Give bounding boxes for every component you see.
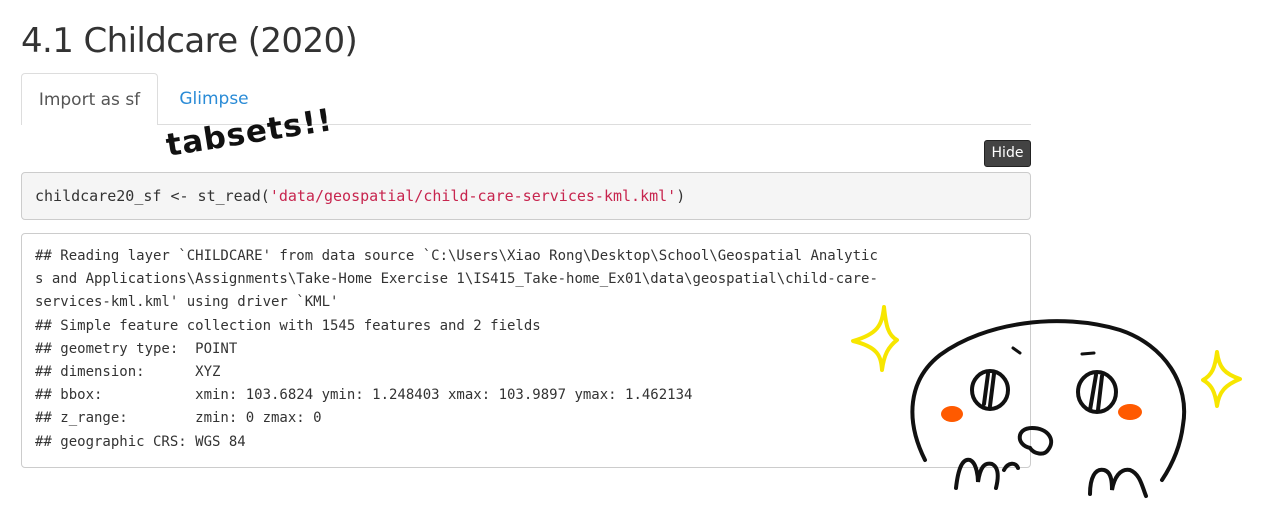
code-string: 'data/geospatial/child-care-services-kml… — [269, 187, 677, 205]
output-line: s and Applications\Assignments\Take-Home… — [35, 271, 878, 288]
page-title: 4.1 Childcare (2020) — [21, 21, 358, 61]
output-block: ## Reading layer `CHILDCARE' from data s… — [21, 233, 1031, 468]
output-line: ## Reading layer `CHILDCARE' from data s… — [35, 248, 878, 264]
tab-import-as-sf[interactable]: Import as sf — [21, 73, 158, 125]
code-block: childcare20_sf <- st_read('data/geospati… — [21, 172, 1031, 220]
doodle-stroke — [1080, 351, 1096, 356]
code-text: childcare20_sf <- st_read( — [35, 187, 270, 205]
sparkle-icon — [1201, 350, 1242, 408]
output-line: ## z_range: zmin: 0 zmax: 0 — [35, 410, 322, 427]
output-line: ## geographic CRS: WGS 84 — [35, 433, 246, 450]
doodle-stroke — [1088, 373, 1104, 412]
output-line: ## geometry type: POINT — [35, 340, 238, 357]
output-line: ## bbox: xmin: 103.6824 ymin: 1.248403 x… — [35, 387, 693, 404]
output-line: ## dimension: XYZ — [35, 364, 221, 381]
output-line: services-kml.kml' using driver `KML' — [35, 294, 339, 311]
hide-code-button[interactable]: Hide — [984, 140, 1031, 167]
output-line: ## Simple feature collection with 1545 f… — [35, 317, 541, 334]
tab-glimpse[interactable]: Glimpse — [160, 73, 268, 125]
blush-icon — [1118, 404, 1142, 420]
eye-icon — [1076, 370, 1118, 414]
code-text-end: ) — [676, 187, 686, 205]
hand-icon — [1088, 467, 1148, 498]
